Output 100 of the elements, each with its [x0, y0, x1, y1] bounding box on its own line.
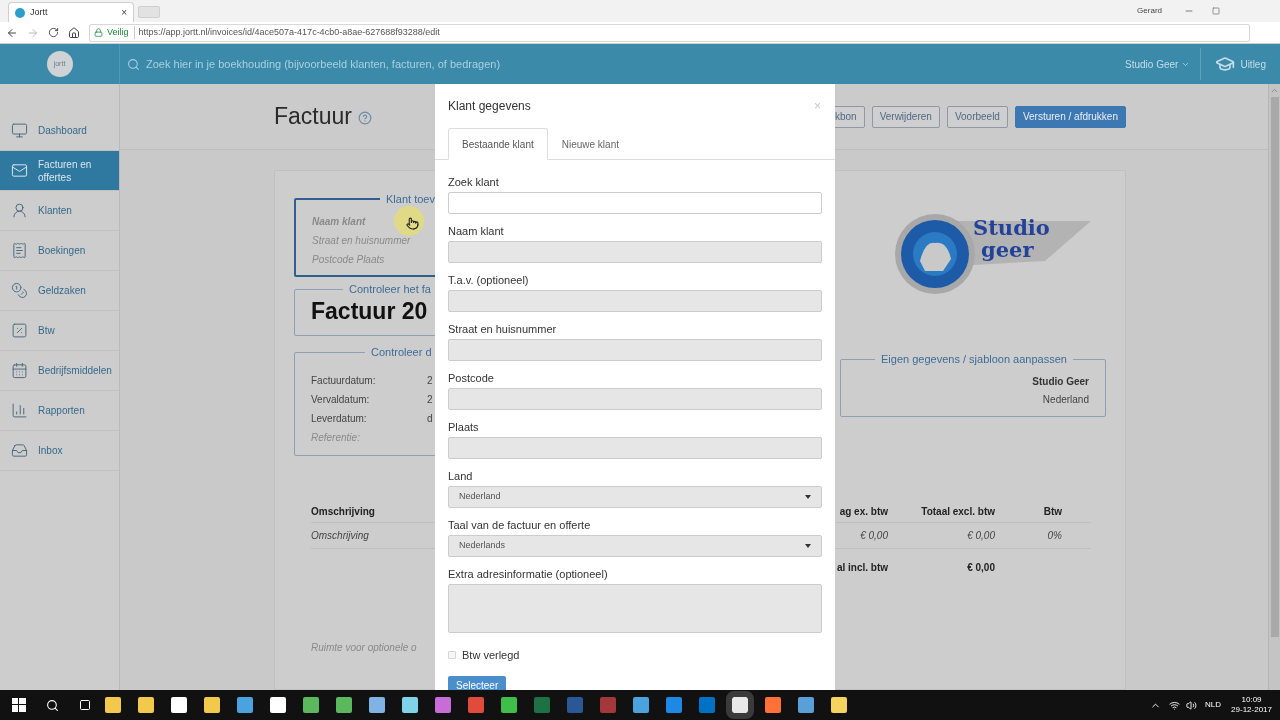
input-field[interactable]	[448, 437, 822, 459]
task-view-icon[interactable]	[79, 699, 91, 711]
sidebar-item[interactable]: Facturen en offertes	[0, 151, 119, 191]
date-label: Vervaldatum:	[311, 392, 371, 407]
street-placeholder: Straat en huisnummer	[312, 233, 411, 248]
input-field[interactable]	[448, 290, 822, 312]
reference-placeholder: Referentie:	[311, 430, 360, 445]
action-button[interactable]: Verwijderen	[871, 105, 940, 128]
app-icon[interactable]	[534, 697, 550, 713]
app-icon[interactable]	[105, 697, 121, 713]
select-field[interactable]: Nederland	[448, 486, 822, 508]
caret-icon	[805, 544, 811, 548]
sidebar-label: Dashboard	[38, 124, 87, 137]
app-icon[interactable]	[468, 697, 484, 713]
column-header: Totaal excl. btw	[920, 505, 995, 519]
app-icon[interactable]	[600, 697, 616, 713]
dialog-tab[interactable]: Nieuwe klant	[547, 128, 633, 160]
app-icon[interactable]	[501, 697, 517, 713]
sidebar-item[interactable]: Bedrijfsmiddelen	[0, 351, 119, 391]
new-tab-button[interactable]	[138, 6, 160, 18]
box-legend: Klant toev	[380, 191, 441, 208]
sidebar-label: Boekingen	[38, 244, 86, 257]
field-label: Extra adresinformatie (optioneel)	[448, 567, 609, 581]
input-field[interactable]	[448, 339, 822, 361]
sidebar-item[interactable]: Klanten	[0, 191, 119, 231]
forward-icon[interactable]	[27, 26, 39, 39]
clock[interactable]: 10:09 29-12-2017	[1231, 695, 1272, 715]
sidebar-item[interactable]: Inbox	[0, 431, 119, 471]
app-icon[interactable]	[699, 697, 715, 713]
clock-date: 29-12-2017	[1231, 705, 1272, 715]
percent-icon	[11, 322, 28, 339]
sidebar-item[interactable]: Btw	[0, 311, 119, 351]
client-name-placeholder: Naam klant	[312, 214, 366, 229]
input-field[interactable]	[448, 241, 822, 263]
sidebar-item[interactable]: Geldzaken	[0, 271, 119, 311]
maximize-icon[interactable]	[1212, 7, 1220, 15]
network-icon[interactable]	[1169, 699, 1181, 711]
account-menu[interactable]: Studio Geer	[1125, 56, 1201, 72]
app-icon[interactable]	[171, 697, 187, 713]
address-field[interactable]: Veilig https://app.jortt.nl/invoices/id/4ace507a-417c-4cb0-a8ae-627688f93288/edit	[89, 23, 1250, 42]
dialog-title: Klant gegevens	[448, 98, 531, 115]
lock-icon	[94, 28, 103, 37]
sidebar-item[interactable]: Boekingen	[0, 231, 119, 271]
input-field[interactable]	[448, 388, 822, 410]
app-icon[interactable]	[237, 697, 253, 713]
windows-logo-icon[interactable]	[12, 698, 26, 712]
app-icon[interactable]	[765, 697, 781, 713]
search-icon[interactable]	[46, 698, 59, 712]
graduation-cap-icon[interactable]	[1215, 54, 1236, 74]
field-label: Land	[448, 469, 474, 483]
app-icon[interactable]	[369, 697, 385, 713]
checkbox[interactable]	[448, 651, 456, 660]
column-header: Btw	[1042, 505, 1062, 519]
tab-title: Jortt	[30, 5, 49, 19]
input-field[interactable]	[448, 192, 822, 214]
field-label: Plaats	[448, 420, 480, 434]
app-icon[interactable]	[567, 697, 583, 713]
url-text: https://app.jortt.nl/invoices/id/4ace507a-417c-4cb0-a8ae-627688f93288/edit	[138, 25, 440, 39]
app-icon[interactable]	[831, 697, 847, 713]
home-icon[interactable]	[68, 26, 80, 39]
column-header: ag ex. btw	[838, 505, 888, 519]
language-indicator[interactable]: NLD	[1205, 699, 1222, 711]
logo-text: geer	[981, 239, 1035, 261]
clock-time: 10:09	[1241, 695, 1262, 705]
action-button[interactable]: Versturen / afdrukken	[1014, 105, 1126, 128]
speaker-icon[interactable]	[1186, 699, 1198, 711]
bar-chart-icon	[11, 402, 28, 419]
sidebar-label: Bedrijfsmiddelen	[38, 364, 112, 377]
help-icon[interactable]	[358, 111, 372, 125]
app-icon[interactable]	[138, 697, 154, 713]
table-cell-text: 0%	[1046, 529, 1062, 543]
select-field[interactable]: Nederlands	[448, 535, 822, 557]
app-icon[interactable]	[666, 697, 682, 713]
app-icon[interactable]	[204, 697, 220, 713]
browser-tab[interactable]: Jortt ×	[8, 2, 134, 22]
favicon-icon	[15, 7, 25, 18]
envelope-icon	[11, 162, 28, 179]
scrollbar[interactable]	[1268, 84, 1280, 690]
app-icon[interactable]	[633, 697, 649, 713]
back-icon[interactable]	[6, 26, 18, 39]
app-icon[interactable]	[303, 697, 319, 713]
app-icon[interactable]	[435, 697, 451, 713]
sidebar-item[interactable]: Rapporten	[0, 391, 119, 431]
app-icon[interactable]	[270, 697, 286, 713]
app-icon[interactable]	[798, 697, 814, 713]
select-button[interactable]: Selecteer	[448, 675, 507, 690]
profile-name[interactable]: Gerard	[1137, 5, 1162, 17]
cursor-icon	[405, 216, 419, 230]
reload-icon[interactable]	[48, 27, 59, 38]
date-value: 2	[427, 392, 433, 407]
action-button[interactable]: Voorbeeld	[946, 105, 1008, 128]
help-link[interactable]: Uitleg	[1240, 56, 1266, 72]
app-icon[interactable]	[336, 697, 352, 713]
scroll-up-icon[interactable]	[1270, 86, 1279, 95]
notes-placeholder[interactable]: Ruimte voor optionele o	[311, 640, 417, 655]
app-icon[interactable]	[402, 697, 418, 713]
textarea-field[interactable]	[448, 584, 822, 633]
search-field[interactable]: Zoek hier in je boekhouding (bijvoorbeeld klanten, facturen, of bedragen)	[146, 55, 1126, 73]
dialog-tab[interactable]: Bestaande klant	[448, 128, 548, 160]
tab-close[interactable]: ×	[121, 5, 127, 20]
